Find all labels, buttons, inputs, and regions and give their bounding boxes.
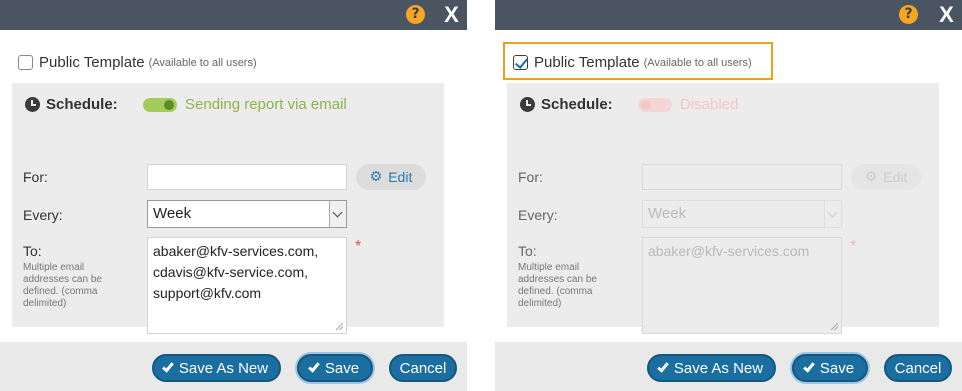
public-template-checkbox[interactable]	[513, 54, 528, 70]
to-hint: Multiple email addresses can be defined.…	[23, 262, 102, 309]
schedule-section: Schedule: Disabled For: ⚙ Edit Every: We…	[507, 83, 939, 334]
for-input	[642, 164, 842, 190]
close-button[interactable]: X	[436, 0, 467, 30]
chevron-down-icon	[824, 201, 841, 227]
for-label: For:	[518, 169, 543, 185]
gear-icon: ⚙	[369, 169, 383, 185]
save-as-new-label: Save As New	[673, 359, 764, 377]
gear-icon: ⚙	[864, 169, 878, 185]
dialog-titlebar: ? X	[495, 0, 962, 30]
every-label: Every:	[518, 207, 558, 223]
save-label: Save	[819, 359, 855, 377]
for-label: For:	[23, 169, 48, 185]
for-input[interactable]	[147, 164, 347, 190]
to-label: To:	[23, 243, 42, 259]
resize-grip-icon[interactable]	[336, 323, 343, 330]
left-dialog: ? X Public Template (Available to all us…	[0, 0, 467, 391]
clock-icon	[25, 97, 40, 112]
save-as-new-label: Save As New	[178, 359, 269, 377]
public-template-label: Public Template	[39, 53, 145, 71]
every-label: Every:	[23, 207, 63, 223]
schedule-toggle[interactable]	[143, 98, 177, 112]
save-label: Save	[324, 359, 360, 377]
close-button[interactable]: X	[931, 0, 962, 30]
cancel-button[interactable]: Cancel	[389, 354, 457, 382]
every-select: Week	[642, 200, 842, 228]
right-dialog: ? X Public Template (Available to all us…	[495, 0, 962, 391]
public-template-label: Public Template	[534, 53, 640, 71]
clock-icon	[520, 97, 535, 112]
public-template-row[interactable]: Public Template (Available to all users)	[18, 52, 257, 72]
public-template-checkbox[interactable]	[18, 54, 33, 70]
cancel-label: Cancel	[894, 359, 942, 377]
check-icon	[308, 359, 320, 373]
to-line: abaker@kfv-services.com,	[153, 243, 319, 259]
save-as-new-button[interactable]: Save As New	[647, 354, 776, 382]
dialog-titlebar: ? X	[0, 0, 467, 30]
save-as-new-button[interactable]: Save As New	[152, 354, 281, 382]
schedule-label: Schedule:	[541, 96, 613, 113]
schedule-label: Schedule:	[46, 96, 118, 113]
every-select-value: Week	[648, 205, 687, 222]
check-icon	[657, 359, 669, 373]
dialog-footer: Save As New Save Cancel	[0, 342, 467, 391]
to-textarea: abaker@kfv-services.com	[642, 237, 842, 334]
help-icon[interactable]: ?	[406, 5, 425, 24]
public-template-row[interactable]: Public Template (Available to all users)	[513, 52, 752, 72]
toggle-knob	[641, 100, 651, 110]
to-line: support@kfv.com	[153, 285, 262, 301]
check-icon	[803, 359, 815, 373]
dialog-body: Public Template (Available to all users)…	[0, 30, 467, 342]
every-select-value: Week	[153, 205, 192, 222]
edit-button: ⚙ Edit	[851, 164, 921, 190]
public-template-note: (Available to all users)	[643, 57, 752, 69]
edit-button-label: Edit	[388, 169, 413, 185]
toggle-knob	[164, 100, 174, 110]
dialog-body: Public Template (Available to all users)…	[495, 30, 962, 342]
to-textarea[interactable]: abaker@kfv-services.com, cdavis@kfv-serv…	[147, 237, 347, 334]
save-button[interactable]: Save	[792, 354, 868, 382]
to-label: To:	[518, 243, 537, 259]
schedule-toggle[interactable]	[638, 98, 672, 112]
to-line: cdavis@kfv-service.com,	[153, 264, 309, 280]
cancel-label: Cancel	[399, 359, 447, 377]
required-asterisk: *	[355, 238, 362, 255]
to-line: abaker@kfv-services.com	[648, 243, 810, 259]
chevron-down-icon[interactable]	[329, 201, 346, 227]
every-select[interactable]: Week	[147, 200, 347, 228]
edit-button-label: Edit	[883, 169, 908, 185]
schedule-toggle-text: Disabled	[680, 96, 739, 113]
edit-button[interactable]: ⚙ Edit	[356, 164, 426, 190]
to-hint: Multiple email addresses can be defined.…	[518, 262, 597, 309]
check-icon	[162, 359, 174, 373]
schedule-toggle-text: Sending report via email	[185, 96, 347, 113]
cancel-button[interactable]: Cancel	[884, 354, 952, 382]
help-icon[interactable]: ?	[899, 5, 918, 24]
save-button[interactable]: Save	[297, 354, 373, 382]
schedule-section: Schedule: Sending report via email For: …	[12, 83, 444, 334]
resize-grip-icon	[831, 323, 838, 330]
public-template-note: (Available to all users)	[148, 57, 257, 69]
required-asterisk: *	[850, 238, 857, 255]
dialog-footer: Save As New Save Cancel	[495, 342, 962, 391]
